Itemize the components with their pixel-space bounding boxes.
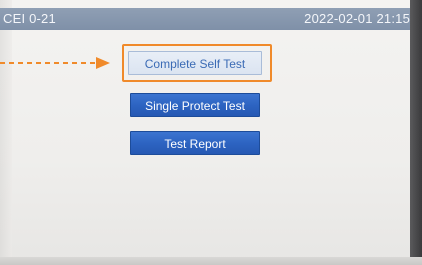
test-report-button[interactable]: Test Report	[130, 131, 260, 155]
complete-self-test-button[interactable]: Complete Self Test	[128, 51, 262, 75]
screen-bezel-right	[410, 0, 422, 265]
date-time: 2022-02-01 21:15	[304, 11, 410, 26]
screen-bezel-bottom	[0, 257, 422, 265]
title-bar: CEI 0-21 2022-02-01 21:15	[0, 8, 410, 30]
single-protect-test-button[interactable]: Single Protect Test	[130, 93, 260, 117]
app-title: CEI 0-21	[3, 11, 56, 26]
dashed-arrow-right-icon	[0, 57, 110, 69]
screen-bezel-left	[0, 0, 12, 265]
